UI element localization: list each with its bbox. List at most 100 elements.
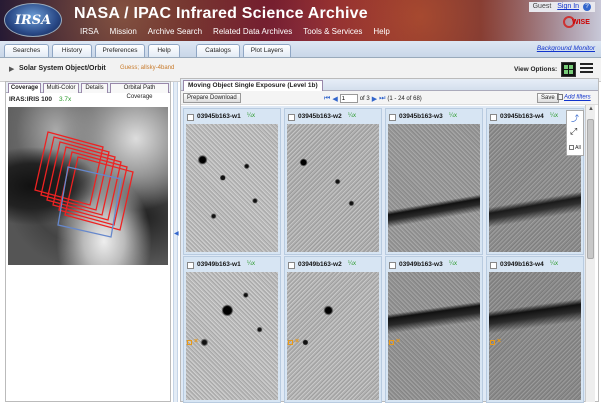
wise-logo: WISE [563,15,591,33]
background-monitor-link[interactable]: Background Monitor [537,45,595,52]
user-box: Guest Sign In ? [528,2,595,12]
thumbnail-checkbox[interactable] [288,262,295,269]
top-nav: IRSA Mission Archive Search Related Data… [80,27,390,36]
last-page-icon[interactable]: ⏭ [379,95,385,103]
tab-searches[interactable]: Searches [4,44,49,57]
coverage-zoom-level: 3.7x [59,96,72,103]
grid-view-icon[interactable] [561,62,576,77]
thumbnail-checkbox[interactable] [389,114,396,121]
thumbnail-card[interactable]: 03949b163-w4 ¼x × [486,256,584,403]
thumbnail-checkbox[interactable] [490,262,497,269]
tab-help[interactable]: Help [148,44,180,57]
thumbnail-checkbox[interactable] [187,262,194,269]
thumbnail-zoom: ¼x [247,261,256,267]
scroll-up-icon[interactable]: ▲ [588,106,594,112]
thumbnail-name: 03949b163-w4 [500,261,544,268]
guest-label: Guest [532,3,552,10]
nav-mission[interactable]: Mission [110,27,137,36]
object-marker [288,340,293,345]
thumbnail-card[interactable]: 03945b163-w2 ¼x [284,108,382,255]
thumbnail-card[interactable]: 03949b163-w3 ¼x × [385,256,483,403]
thumbnail-image[interactable] [388,124,480,252]
first-page-icon[interactable]: ⏮ [324,95,330,103]
nav-archive-search[interactable]: Archive Search [148,27,202,36]
thumbnail-checkbox[interactable] [490,114,497,121]
expand-icon[interactable]: ⤢ [570,127,581,138]
nav-help[interactable]: Help [373,27,389,36]
thumbnail-card[interactable]: 03949b163-w2 ¼x × [284,256,382,403]
collapse-left-icon[interactable]: ◀ [174,230,179,237]
thumbnail-zoom: ¼x [449,113,458,119]
coverage-image-title: IRAS:IRIS 100 [9,96,52,103]
thumbnail-checkbox[interactable] [288,114,295,121]
thumbnail-name: 03945b163-w3 [399,113,443,120]
results-subtitle: Guess; allsky-4band [120,65,175,71]
thumbnail-checkbox[interactable] [187,114,194,121]
save-button[interactable]: Save [537,93,559,103]
footprint[interactable] [58,151,128,226]
image-results-panel: Moving Object Single Exposure (Level 1b)… [180,78,599,403]
scrollbar-thumb[interactable] [587,119,594,259]
coverage-sky-image[interactable] [8,107,168,265]
page-number-input[interactable] [339,94,358,103]
thumbnail-card[interactable]: 03945b163-w3 ¼x [385,108,483,255]
footprint[interactable] [64,156,134,231]
help-icon[interactable]: ? [583,3,591,11]
thumbnail-name: 03949b163-w2 [298,261,342,268]
pin-icon[interactable]: ⤴ [571,113,580,123]
footprint[interactable] [46,141,116,216]
thumbnail-image[interactable]: × [489,272,581,400]
thumbnail-image[interactable] [186,124,278,252]
footprint[interactable] [34,131,104,206]
vertical-scrollbar[interactable]: ▲ [585,105,595,402]
nav-tools-services[interactable]: Tools & Services [303,27,362,36]
thumbnail-image[interactable] [287,124,379,252]
tab-plot-layers[interactable]: Plot Layers [243,44,291,57]
thumbnail-zoom: ¼x [449,261,458,267]
prepare-download-button[interactable]: Prepare Download [183,93,241,103]
irsa-logo[interactable]: IRSA [4,3,62,37]
thumbnail-grid: 03945b163-w1 ¼x 03945b163-w2 ¼x 03945b16… [181,106,585,403]
select-all-toggle[interactable]: All [569,145,581,151]
image-results-header: Moving Object Single Exposure (Level 1b) [181,79,598,91]
object-marker [490,340,495,345]
select-all-checkbox[interactable] [569,145,574,151]
list-view-icon[interactable] [580,63,593,76]
thumbnail-name: 03945b163-w4 [500,113,544,120]
nav-irsa[interactable]: IRSA [80,27,99,36]
tab-details[interactable]: Details [81,83,108,93]
tab-preferences[interactable]: Preferences [95,44,145,57]
prev-page-icon[interactable]: ◀ [332,95,337,103]
add-filters-checkbox[interactable] [557,94,563,100]
footprint[interactable] [52,146,122,221]
thumbnail-checkbox[interactable] [389,262,396,269]
add-filters-toggle[interactable]: Add filters [557,94,591,101]
thumbnail-name: 03945b163-w2 [298,113,342,120]
collapse-arrow-icon[interactable]: ▶ [9,65,14,73]
next-page-icon[interactable]: ▶ [372,95,377,103]
thumbnail-image[interactable]: × [287,272,379,400]
site-header: IRSA NASA / IPAC Infrared Science Archiv… [0,0,601,41]
sign-in-link[interactable]: Sign In [557,3,579,10]
tab-multi-color[interactable]: Multi-Color [43,83,79,93]
panel-splitter[interactable]: ◀ [173,82,179,402]
thumbnail-image[interactable]: × [186,272,278,400]
view-options-label: View Options: [514,66,558,73]
thumbnail-image[interactable]: × [388,272,480,400]
nav-related-archives[interactable]: Related Data Archives [213,27,292,36]
tab-coverage[interactable]: Coverage [8,83,41,93]
tab-catalogs[interactable]: Catalogs [196,44,240,57]
tab-history[interactable]: History [52,44,92,57]
tab-moving-object-single-exposure[interactable]: Moving Object Single Exposure (Level 1b) [183,80,323,91]
main-tab-bar: Searches History Preferences Help Catalo… [0,41,601,58]
object-x-marker: × [194,338,199,345]
thumbnail-card[interactable]: 03949b163-w1 ¼x × [183,256,281,403]
object-marker [389,340,394,345]
coverage-panel: Coverage Multi-Color Details Orbital Pat… [5,81,171,402]
thumbnail-name: 03949b163-w3 [399,261,443,268]
thumbnail-card[interactable]: 03945b163-w1 ¼x [183,108,281,255]
red-footprints [34,131,134,231]
tab-orbital-path-coverage[interactable]: Orbital Path Coverage [110,83,169,100]
object-x-marker: × [497,338,502,345]
site-title: NASA / IPAC Infrared Science Archive [74,5,368,22]
